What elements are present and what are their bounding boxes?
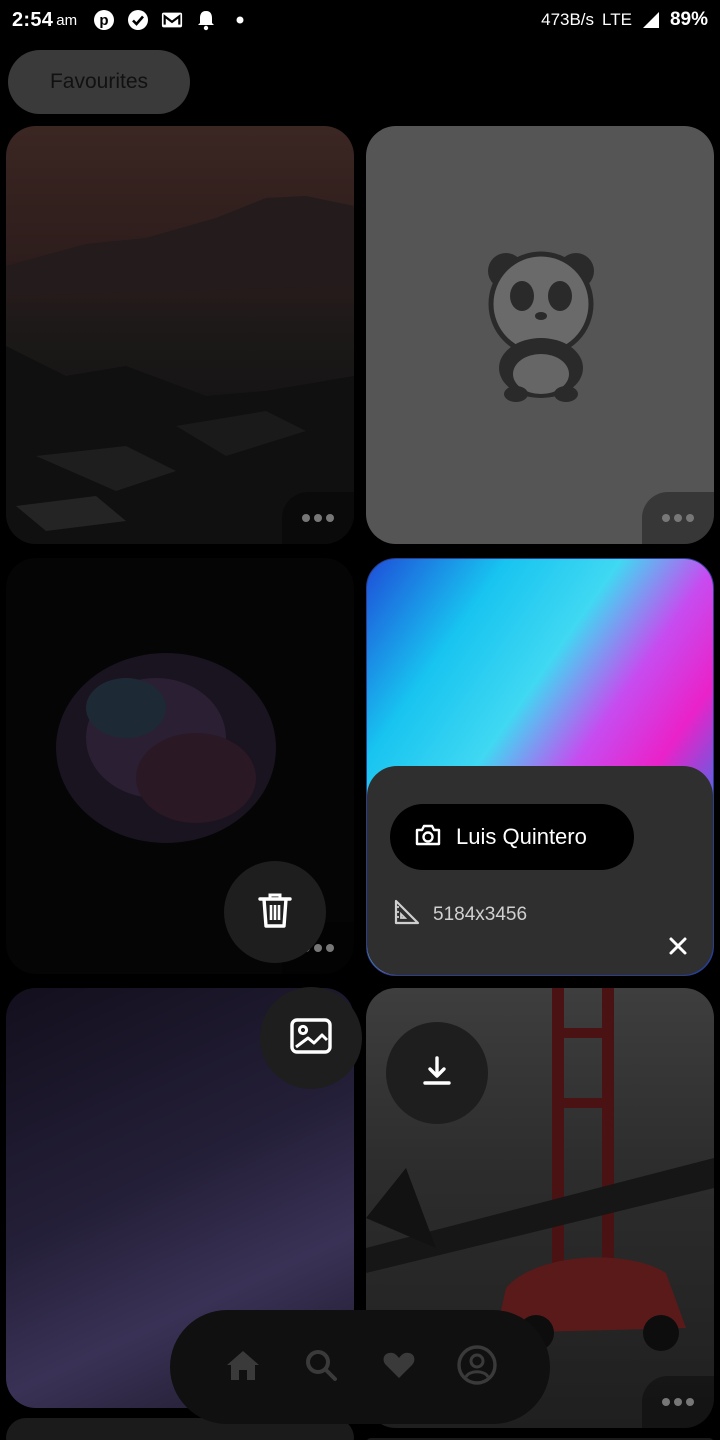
author-name: Luis Quintero [456,824,587,849]
dot-icon [229,9,251,31]
delete-button[interactable] [224,861,326,963]
close-icon[interactable] [665,933,691,959]
nav-home[interactable] [220,1344,266,1390]
download-button[interactable] [386,1022,488,1124]
check-circle-icon [127,9,149,31]
status-ampm: am [56,11,78,29]
heart-icon [382,1350,416,1385]
nav-search[interactable] [298,1344,344,1390]
profile-icon [456,1344,498,1391]
author-button[interactable]: Luis Quintero [390,804,634,870]
download-icon [422,1055,452,1092]
pinterest-icon: p [93,9,115,31]
svg-text:p: p [99,12,108,29]
status-right: 473B/s LTE 89% [541,9,708,31]
camera-icon [414,823,442,852]
nav-favourites[interactable] [376,1344,422,1390]
notification-icons: p [93,9,251,31]
lake-mountain-image [6,196,354,544]
more-button[interactable] [642,1376,714,1428]
signal-icon [640,9,662,31]
status-time: 2:54 [12,8,54,31]
network-type: LTE [602,10,632,29]
bell-icon [195,9,217,31]
wallpaper-grid: Favourites [0,0,720,1440]
bottom-nav [170,1310,550,1424]
ruler-icon [393,898,421,931]
network-speed: 473B/s [541,10,595,29]
more-button[interactable] [642,492,714,544]
nav-profile[interactable] [454,1344,500,1390]
search-icon [304,1348,338,1387]
wallpaper-tile[interactable] [6,126,354,544]
status-bar: 2:54 am p 473B/s LTE 89% [0,0,720,40]
battery-level: 89% [669,9,708,30]
favourites-chip[interactable]: Favourites [8,50,190,114]
wallpaper-tile[interactable] [366,126,714,544]
more-button[interactable] [282,492,354,544]
home-icon [224,1348,262,1387]
wallpaper-info-panel: Luis Quintero 5184x3456 [367,766,713,975]
resolution-text: 5184x3456 [433,903,528,925]
image-icon [290,1017,332,1059]
panda-illustration [488,251,594,402]
gmail-icon [161,9,183,31]
set-wallpaper-button[interactable] [260,987,362,1089]
trash-icon [256,890,294,935]
resolution-row: 5184x3456 [393,898,527,931]
